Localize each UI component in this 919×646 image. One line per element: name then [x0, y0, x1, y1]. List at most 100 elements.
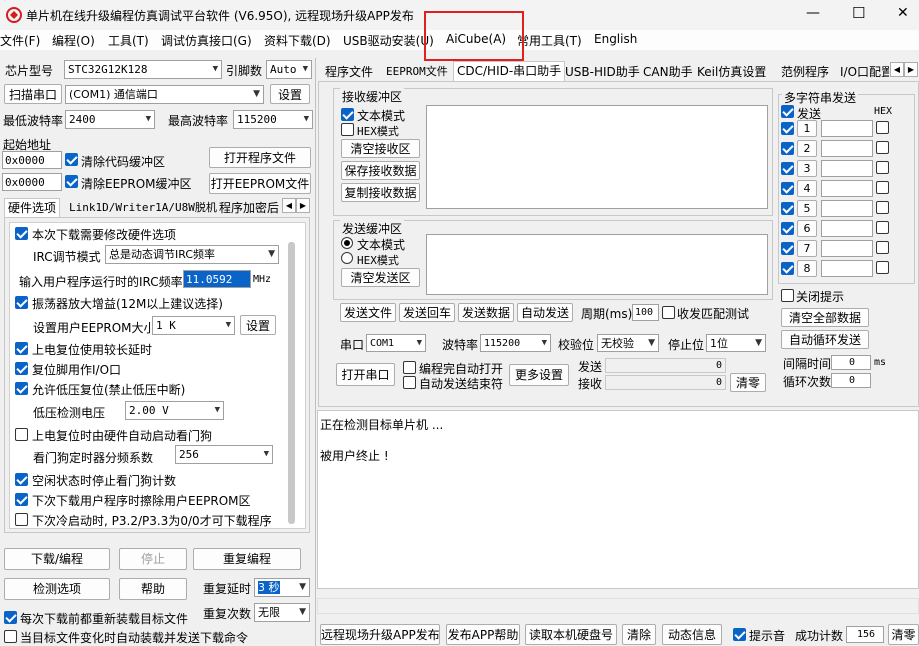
tab-program-file[interactable]: 程序文件: [322, 63, 376, 81]
eeprom-start-addr-input[interactable]: 0x0000: [2, 173, 62, 191]
multi-row-7-checkbox[interactable]: [781, 242, 794, 255]
beep-checkbox[interactable]: [733, 628, 746, 641]
download-program-button[interactable]: 下载/编程: [4, 548, 110, 570]
auto-send-button[interactable]: 自动发送: [517, 303, 573, 322]
multi-row-1-send-button[interactable]: 1: [797, 120, 817, 137]
check-options-button[interactable]: 检测选项: [4, 578, 110, 600]
multi-row-2-send-button[interactable]: 2: [797, 140, 817, 157]
repeat-count-select[interactable]: 无限 ▼: [254, 603, 310, 622]
modify-hw-checkbox[interactable]: [15, 227, 28, 240]
multi-row-3-hex-checkbox[interactable]: [876, 161, 889, 174]
pins-select[interactable]: Auto ▼: [266, 60, 312, 79]
dynamic-info-button[interactable]: 动态信息: [662, 624, 722, 645]
recv-text-mode-checkbox[interactable]: [341, 108, 354, 121]
open-port-button[interactable]: 打开串口: [336, 363, 395, 386]
p32-p33-checkbox[interactable]: [15, 513, 28, 526]
tab-io-config[interactable]: I/O口配置: [837, 63, 889, 81]
minimize-button[interactable]: —: [806, 5, 820, 21]
right-tab-scroll-left[interactable]: ◀: [890, 62, 904, 77]
multi-row-7-input[interactable]: [821, 240, 873, 257]
send-file-button[interactable]: 发送文件: [340, 303, 396, 322]
clear-all-data-button[interactable]: 清空全部数据: [781, 308, 869, 327]
send-data-button[interactable]: 发送数据: [458, 303, 514, 322]
hw-scrollbar[interactable]: [288, 242, 295, 524]
serial-port-select[interactable]: COM1 ▼: [366, 334, 426, 352]
multi-row-4-input[interactable]: [821, 180, 873, 197]
auto-send-end-checkbox[interactable]: [403, 376, 416, 389]
clear-counts-button[interactable]: 清零: [730, 373, 766, 392]
min-baud-select[interactable]: 2400 ▼: [65, 110, 155, 129]
multi-row-8-checkbox[interactable]: [781, 262, 794, 275]
multi-row-3-input[interactable]: [821, 160, 873, 177]
tab-encrypt[interactable]: 程序加密后: [216, 199, 282, 217]
tab-keil-sim[interactable]: Keil仿真设置: [694, 63, 769, 81]
multi-row-1-hex-checkbox[interactable]: [876, 121, 889, 134]
multi-row-6-send-button[interactable]: 6: [797, 220, 817, 237]
interval-input[interactable]: 0: [831, 355, 871, 370]
menu-tools[interactable]: 工具(T): [108, 32, 149, 49]
more-settings-button[interactable]: 更多设置: [509, 364, 569, 386]
multi-row-3-checkbox[interactable]: [781, 162, 794, 175]
long-delay-checkbox[interactable]: [15, 342, 28, 355]
remote-app-publish-button[interactable]: 远程现场升级APP发布: [320, 624, 440, 645]
baud-select[interactable]: 115200 ▼: [480, 334, 551, 352]
tab-hardware-options[interactable]: 硬件选项: [4, 198, 61, 218]
port-settings-button[interactable]: 设置: [270, 84, 310, 104]
chip-model-select[interactable]: STC32G12K128 ▼: [64, 60, 222, 79]
menu-download[interactable]: 资料下载(D): [264, 32, 331, 49]
auto-reload-checkbox[interactable]: [4, 630, 17, 643]
wdt-prescale-select[interactable]: 256 ▼: [175, 445, 273, 464]
clear-eeprom-checkbox[interactable]: [65, 175, 78, 188]
multi-row-5-checkbox[interactable]: [781, 202, 794, 215]
receive-textarea[interactable]: [426, 105, 768, 209]
code-start-addr-input[interactable]: 0x0000: [2, 151, 62, 169]
multi-row-7-hex-checkbox[interactable]: [876, 241, 889, 254]
close-button[interactable]: ✕: [897, 5, 909, 21]
tab-link1d[interactable]: Link1D/Writer1A/U8W脱机: [66, 199, 220, 217]
splitter[interactable]: [315, 58, 316, 646]
multi-row-5-hex-checkbox[interactable]: [876, 201, 889, 214]
multi-row-5-send-button[interactable]: 5: [797, 200, 817, 217]
irc-mode-select[interactable]: 总是动态调节IRC频率 ▼: [105, 245, 279, 264]
auto-loop-send-button[interactable]: 自动循环发送: [781, 330, 869, 349]
maximize-button[interactable]: ☐: [852, 4, 865, 22]
max-baud-select[interactable]: 115200 ▼: [233, 110, 313, 129]
menu-file[interactable]: 文件(F): [0, 32, 40, 49]
clear-code-checkbox[interactable]: [65, 153, 78, 166]
send-hex-mode-radio[interactable]: [341, 252, 353, 264]
eeprom-size-set-button[interactable]: 设置: [240, 315, 276, 335]
tab-eeprom-file[interactable]: EEPROM文件: [383, 63, 451, 81]
menu-debug[interactable]: 调试仿真接口(G): [161, 32, 252, 49]
multi-row-1-checkbox[interactable]: [781, 122, 794, 135]
multi-row-4-send-button[interactable]: 4: [797, 180, 817, 197]
scan-port-button[interactable]: 扫描串口: [4, 84, 62, 104]
menu-usb-driver[interactable]: USB驱动安装(U): [343, 32, 434, 49]
multi-row-3-send-button[interactable]: 3: [797, 160, 817, 177]
irc-freq-input[interactable]: 11.0592: [183, 270, 251, 288]
repeat-delay-select[interactable]: 3 秒 ▼: [254, 578, 310, 597]
recv-match-checkbox[interactable]: [662, 306, 675, 319]
multi-send-all-checkbox[interactable]: [781, 105, 794, 118]
publish-app-help-button[interactable]: 发布APP帮助: [446, 624, 520, 645]
reset-io-checkbox[interactable]: [15, 362, 28, 375]
osc-gain-checkbox[interactable]: [15, 296, 28, 309]
multi-row-8-hex-checkbox[interactable]: [876, 261, 889, 274]
reload-each-checkbox[interactable]: [4, 611, 17, 624]
multi-row-1-input[interactable]: [821, 120, 873, 137]
loop-count-input[interactable]: 0: [831, 373, 871, 388]
multi-row-6-hex-checkbox[interactable]: [876, 221, 889, 234]
stop-button[interactable]: 停止: [119, 548, 187, 570]
send-text-mode-radio[interactable]: [341, 237, 353, 249]
multi-row-2-hex-checkbox[interactable]: [876, 141, 889, 154]
zero-count-button[interactable]: 清零: [888, 624, 919, 645]
open-program-file-button[interactable]: 打开程序文件: [209, 147, 311, 168]
menu-common-tools[interactable]: 常用工具(T): [517, 32, 582, 49]
close-hint-checkbox[interactable]: [781, 289, 794, 302]
clear-receive-button[interactable]: 清空接收区: [341, 139, 420, 158]
menu-english[interactable]: English: [594, 32, 637, 46]
right-tab-scroll-right[interactable]: ▶: [904, 62, 918, 77]
save-receive-button[interactable]: 保存接收数据: [341, 161, 420, 180]
help-button[interactable]: 帮助: [119, 578, 187, 600]
multi-row-6-checkbox[interactable]: [781, 222, 794, 235]
lv-detect-select[interactable]: 2.00 V ▼: [125, 401, 224, 420]
